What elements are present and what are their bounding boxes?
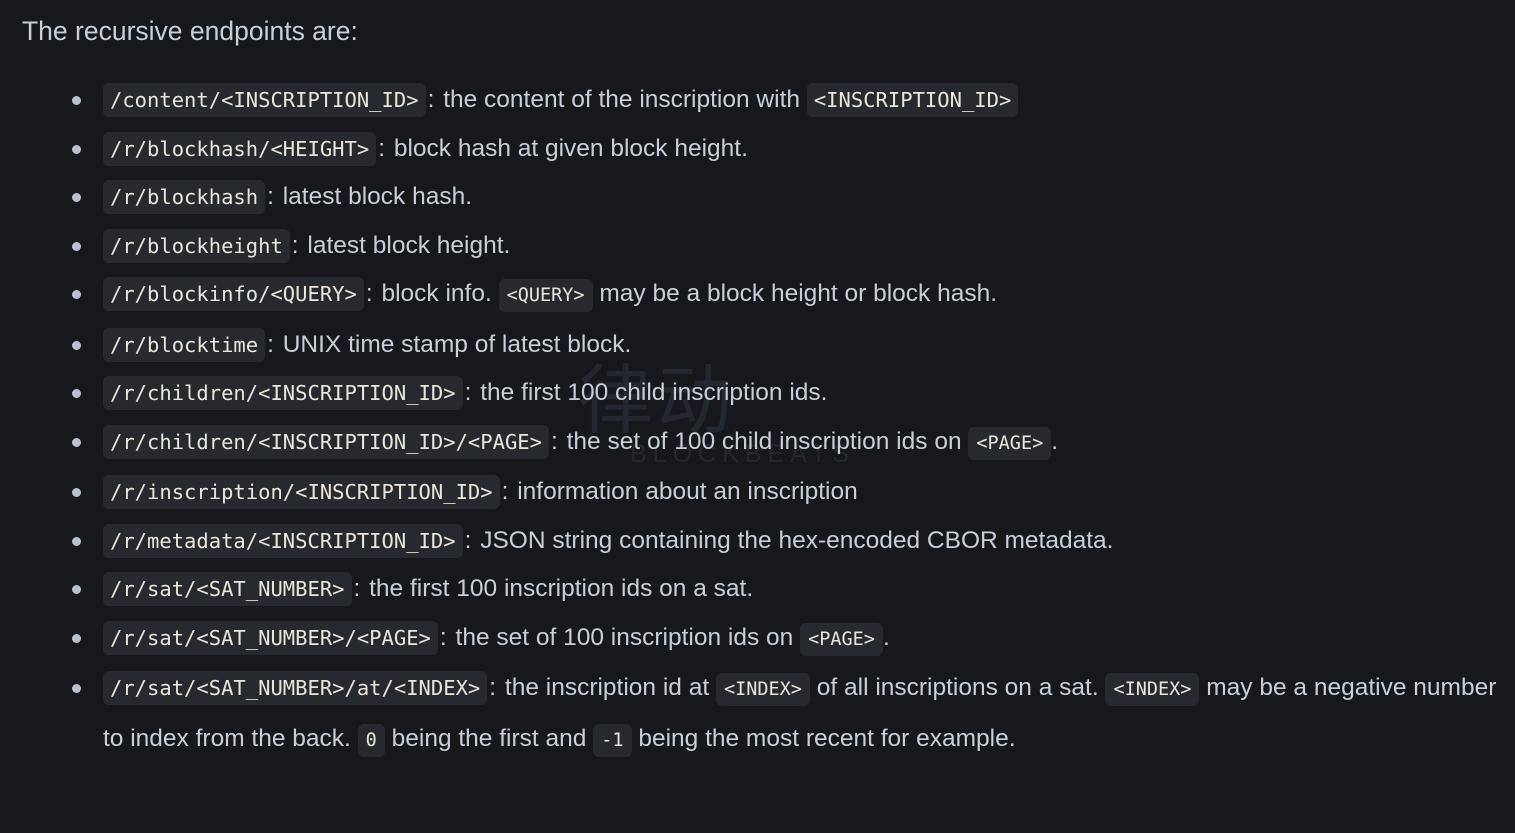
list-item: /r/children/<INSCRIPTION_ID>: the first …	[0, 369, 1515, 418]
endpoint-separator: :	[550, 427, 558, 455]
endpoint-path-code[interactable]: /r/children/<INSCRIPTION_ID>/<PAGE>	[103, 424, 549, 459]
list-item: /r/sat/<SAT_NUMBER>: the first 100 inscr…	[0, 565, 1515, 614]
list-item: /r/blockhash/<HEIGHT>: block hash at giv…	[0, 125, 1515, 174]
list-item: /r/blockheight: latest block height.	[0, 222, 1515, 271]
endpoint-description: information about an inscription	[517, 478, 858, 505]
endpoint-description-2: of all inscriptions on a sat.	[816, 674, 1099, 701]
endpoint-path-code[interactable]: /r/inscription/<INSCRIPTION_ID>	[103, 475, 500, 509]
list-item: /r/inscription/<INSCRIPTION_ID>: informa…	[0, 468, 1515, 517]
endpoint-path-code[interactable]: /r/sat/<SAT_NUMBER>	[103, 572, 352, 606]
endpoint-separator: :	[378, 134, 385, 162]
endpoint-separator: :	[464, 526, 472, 554]
endpoint-description: block info.	[381, 280, 492, 307]
bullet-icon	[72, 684, 81, 693]
endpoint-path-code[interactable]: /r/sat/<SAT_NUMBER>/<PAGE>	[103, 620, 438, 655]
list-item: /r/blockhash: latest block hash.	[0, 173, 1515, 222]
endpoint-separator: :	[427, 86, 435, 113]
endpoint-separator: :	[365, 280, 373, 307]
endpoint-inline-code[interactable]: <QUERY>	[498, 279, 593, 312]
endpoint-description: the first 100 inscription ids on a sat.	[369, 575, 754, 602]
endpoint-path-code[interactable]: /r/blockhash	[103, 180, 266, 214]
endpoint-description: the set of 100 child inscription ids on	[566, 427, 962, 455]
endpoint-separator: :	[439, 623, 447, 651]
endpoint-inline-code-index-2[interactable]: <INDEX>	[1105, 673, 1200, 706]
bullet-icon	[72, 437, 81, 447]
endpoint-description: block hash at given block height.	[393, 134, 748, 162]
endpoint-description: JSON string containing the hex-encoded C…	[480, 526, 1114, 554]
endpoint-separator: :	[267, 183, 274, 210]
bullet-icon	[72, 290, 81, 299]
endpoint-description: the inscription id at	[504, 674, 710, 701]
endpoint-description: UNIX time stamp of latest block.	[282, 330, 632, 358]
endpoint-inline-code-negative-one[interactable]: -1	[593, 723, 632, 757]
endpoint-separator: :	[501, 478, 509, 505]
bullet-icon	[72, 340, 81, 350]
endpoint-separator: :	[489, 674, 497, 701]
endpoint-inline-code-zero[interactable]: 0	[357, 723, 385, 757]
bullet-icon	[72, 536, 81, 546]
endpoint-separator: :	[353, 575, 361, 602]
list-item: /r/metadata/<INSCRIPTION_ID>: JSON strin…	[0, 517, 1515, 566]
endpoint-description: latest block hash.	[282, 183, 473, 210]
endpoint-description: latest block height.	[307, 231, 511, 259]
list-item: /r/sat/<SAT_NUMBER>/<PAGE>: the set of 1…	[0, 614, 1515, 665]
endpoint-inline-code-index[interactable]: <INDEX>	[715, 673, 810, 706]
bullet-icon	[72, 389, 81, 398]
list-item: /r/children/<INSCRIPTION_ID>/<PAGE>: the…	[0, 418, 1515, 469]
endpoint-path-code[interactable]: /r/blockinfo/<QUERY>	[103, 277, 364, 311]
bullet-icon	[72, 241, 81, 251]
endpoint-description: the content of the inscription with	[443, 86, 801, 113]
endpoint-description-4: being the first and	[391, 724, 587, 752]
list-item-sat-at-index: /r/sat/<SAT_NUMBER>/at/<INDEX>: the insc…	[0, 664, 1515, 765]
endpoint-description-tail: may be a block height or block hash.	[599, 280, 998, 307]
documentation-content: The recursive endpoints are: /content/<I…	[0, 0, 1515, 765]
endpoint-path-code[interactable]: /content/<INSCRIPTION_ID>	[103, 83, 426, 117]
endpoint-path-code[interactable]: /r/blockhash/<HEIGHT>	[103, 131, 377, 166]
endpoint-separator: :	[267, 330, 274, 358]
bullet-icon	[72, 585, 81, 594]
recursive-endpoints-list: /content/<INSCRIPTION_ID>: the content o…	[0, 76, 1515, 765]
bullet-icon	[72, 96, 81, 105]
bullet-icon	[72, 193, 81, 202]
list-item: /r/blocktime: UNIX time stamp of latest …	[0, 321, 1515, 370]
endpoint-path-code[interactable]: /r/blocktime	[103, 327, 266, 362]
endpoint-inline-code[interactable]: <PAGE>	[968, 426, 1052, 460]
endpoint-description-tail: .	[882, 623, 890, 651]
endpoint-path-code[interactable]: /r/metadata/<INSCRIPTION_ID>	[103, 523, 463, 558]
endpoint-path-code[interactable]: /r/blockheight	[103, 228, 290, 263]
endpoint-description-5: being the most recent for example.	[638, 724, 1016, 752]
endpoint-description: the set of 100 inscription ids on	[455, 623, 794, 651]
endpoint-description: the first 100 child inscription ids.	[480, 379, 828, 406]
endpoint-separator: :	[464, 379, 472, 406]
endpoint-inline-code[interactable]: <INSCRIPTION_ID>	[806, 83, 1019, 117]
list-item: /content/<INSCRIPTION_ID>: the content o…	[0, 76, 1515, 125]
endpoint-description-tail: .	[1051, 427, 1059, 455]
bullet-icon	[72, 144, 81, 154]
endpoint-separator: :	[291, 231, 299, 259]
endpoint-path-code[interactable]: /r/sat/<SAT_NUMBER>/at/<INDEX>	[103, 671, 488, 705]
intro-paragraph: The recursive endpoints are:	[22, 16, 358, 46]
endpoint-path-code[interactable]: /r/children/<INSCRIPTION_ID>	[103, 376, 463, 410]
list-item: /r/blockinfo/<QUERY>: block info. <QUERY…	[0, 270, 1515, 321]
bullet-icon	[72, 633, 81, 643]
endpoint-inline-code[interactable]: <PAGE>	[800, 622, 883, 656]
bullet-icon	[72, 488, 81, 497]
